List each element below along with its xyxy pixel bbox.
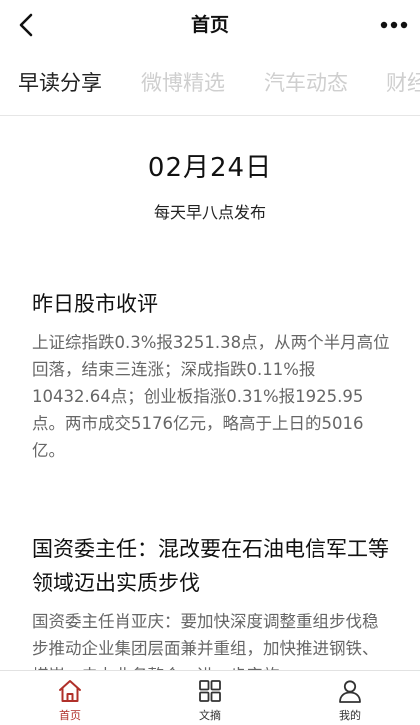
article-summary: 国资委主任肖亚庆：要加快深度调整重组步伐稳步推动企业集团层面兼并重组，加快推进钢… xyxy=(32,612,379,670)
home-icon xyxy=(59,680,81,702)
tabbar-profile[interactable]: 我的 xyxy=(280,671,420,725)
article-title: 昨日股市收评 xyxy=(32,292,158,316)
tab-weibo-picks[interactable]: 微博精选 xyxy=(141,50,225,115)
tabbar-label: 我的 xyxy=(339,709,361,722)
category-tabs: 早读分享 微博精选 汽车动态 财经 xyxy=(0,50,420,116)
more-options-button[interactable] xyxy=(374,6,414,44)
article-summary: 上证综指跌0.3%报3251.38点，从两个半月高位回落，结束三连涨；深成指跌0… xyxy=(32,333,390,460)
issue-date: 02月24日 xyxy=(147,153,273,183)
tabbar-home[interactable]: 首页 xyxy=(0,671,140,725)
article-item[interactable]: 昨日股市收评 上证综指跌0.3%报3251.38点，从两个半月高位回落，结束三连… xyxy=(32,287,390,464)
tabbar-label: 首页 xyxy=(59,709,81,722)
tab-finance[interactable]: 财经 xyxy=(386,50,420,115)
tabbar-digest[interactable]: 文摘 xyxy=(140,671,280,725)
grid-icon xyxy=(199,680,221,702)
more-dots-icon xyxy=(380,21,408,29)
article-item[interactable]: 国资委主任：混改要在石油电信军工等领域迈出实质步伐 国资委主任肖亚庆：要加快深度… xyxy=(32,532,390,670)
bottom-tab-bar: 首页 文摘 我的 xyxy=(0,670,420,725)
article-feed[interactable]: 02月24日 每天早八点发布 昨日股市收评 上证综指跌0.3%报3251.38点… xyxy=(0,117,420,670)
user-icon xyxy=(339,680,361,703)
top-nav-bar: 首页 xyxy=(0,0,420,50)
page-title: 首页 xyxy=(190,14,229,36)
article-title: 国资委主任：混改要在石油电信军工等领域迈出实质步伐 xyxy=(32,537,389,595)
tab-auto-news[interactable]: 汽车动态 xyxy=(264,50,348,115)
tab-morning-reading[interactable]: 早读分享 xyxy=(18,50,102,115)
publish-note: 每天早八点发布 xyxy=(153,203,266,222)
tabbar-label: 文摘 xyxy=(199,709,221,722)
